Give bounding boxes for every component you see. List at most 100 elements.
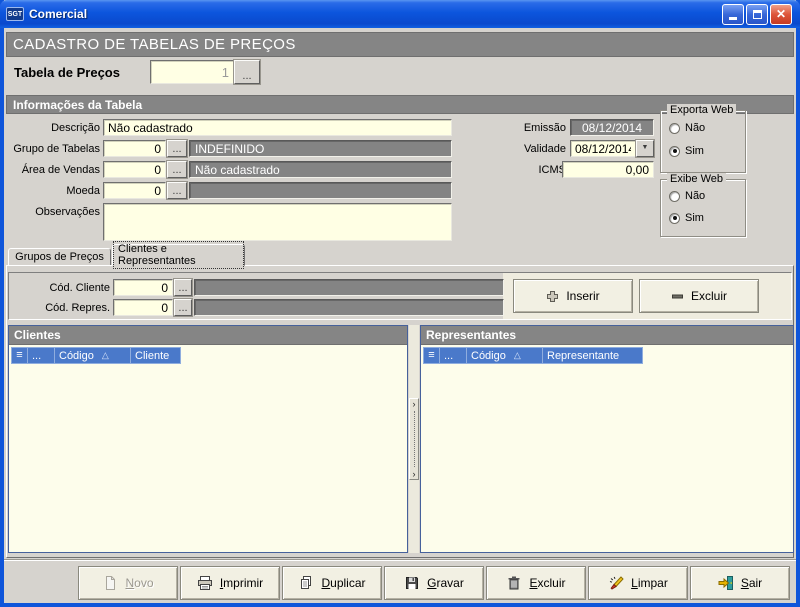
radio-checked-icon <box>669 146 680 157</box>
radio-label: Não <box>685 122 705 134</box>
imprimir-button[interactable]: Imprimir <box>180 566 280 600</box>
grupo-tabelas-code-input[interactable] <box>103 140 166 157</box>
area-vendas-display: Não cadastrado <box>189 161 452 178</box>
footer-separator <box>4 559 796 561</box>
moeda-display <box>189 182 452 199</box>
validade-input[interactable] <box>570 140 636 157</box>
printer-icon <box>197 575 213 591</box>
panel-splitter[interactable]: › › <box>409 325 419 553</box>
sair-label: Sair <box>741 576 762 590</box>
radio-label: Sim <box>685 145 704 157</box>
sair-button[interactable]: Sair <box>690 566 790 600</box>
cod-cliente-input[interactable] <box>113 279 173 296</box>
clientes-col-cliente[interactable]: Cliente <box>131 347 181 364</box>
grid-menu-icon[interactable]: ≡ <box>11 347 28 364</box>
clientes-grid-header: ≡ ... Código △ Cliente <box>9 345 407 364</box>
emissao-label: Emissão <box>490 122 566 134</box>
tab-clientes-e-representantes[interactable]: Clientes e Representantes <box>112 244 245 266</box>
client-area: CADASTRO DE TABELAS DE PREÇOS Tabela de … <box>4 28 796 603</box>
title-bar[interactable]: SGT Comercial ✕ <box>0 0 800 28</box>
moeda-browse-button[interactable]: ... <box>167 182 187 199</box>
tabela-precos-input[interactable] <box>150 60 234 84</box>
tab-label: Clientes e Representantes <box>113 241 244 269</box>
exporta-web-groupbox: Exporta Web Não Sim <box>660 110 746 173</box>
representantes-grid-body[interactable] <box>421 364 793 551</box>
clientes-col-dots[interactable]: ... <box>28 347 55 364</box>
emissao-display: 08/12/2014 <box>570 119 654 136</box>
new-document-icon <box>102 575 118 591</box>
moeda-code-input[interactable] <box>103 182 166 199</box>
grupo-tabelas-browse-button[interactable]: ... <box>167 140 187 157</box>
duplicar-button[interactable]: Duplicar <box>282 566 382 600</box>
gravar-button[interactable]: Gravar <box>384 566 484 600</box>
tab-grupos-de-precos[interactable]: Grupos de Preços <box>8 248 111 266</box>
novo-label: Novo <box>125 576 153 590</box>
maximize-button[interactable] <box>746 4 768 25</box>
sort-asc-icon: △ <box>514 350 521 361</box>
tabela-precos-browse-button[interactable]: ... <box>234 60 260 84</box>
inserir-label: Inserir <box>566 289 599 303</box>
exibe-web-groupbox: Exibe Web Não Sim <box>660 179 746 237</box>
exibe-web-radio-sim[interactable]: Sim <box>669 212 704 224</box>
exporta-web-radio-nao[interactable]: Não <box>669 122 705 134</box>
duplicar-label: Duplicar <box>321 576 365 590</box>
representantes-panel-title: Representantes <box>421 326 793 345</box>
excluir-button[interactable]: Excluir <box>486 566 586 600</box>
maximize-icon <box>753 10 762 19</box>
area-vendas-label: Área de Vendas <box>4 164 100 176</box>
area-vendas-browse-button[interactable]: ... <box>167 161 187 178</box>
cod-cliente-label: Cód. Cliente <box>14 282 110 294</box>
representantes-col-dots[interactable]: ... <box>440 347 467 364</box>
minimize-button[interactable] <box>722 4 744 25</box>
grid-menu-icon[interactable]: ≡ <box>423 347 440 364</box>
imprimir-label: Imprimir <box>220 576 263 590</box>
trash-icon <box>506 575 522 591</box>
radio-checked-icon <box>669 213 680 224</box>
limpar-button[interactable]: Limpar <box>588 566 688 600</box>
cod-cliente-browse-button[interactable]: ... <box>174 279 192 296</box>
area-vendas-code-input[interactable] <box>103 161 166 178</box>
icms-label: ICMS <box>490 164 566 176</box>
observacoes-textarea[interactable] <box>103 203 452 241</box>
validade-dropdown-button[interactable]: ▼ <box>636 140 654 157</box>
exporta-web-title: Exporta Web <box>667 104 736 116</box>
app-window: SGT Comercial ✕ CADASTRO DE TABELAS DE P… <box>0 0 800 607</box>
grid-menu-glyph: ≡ <box>16 350 22 361</box>
grid-menu-glyph: ≡ <box>428 350 434 361</box>
grupo-tabelas-label: Grupo de Tabelas <box>4 143 100 155</box>
excluir-item-label: Excluir <box>691 289 727 303</box>
excluir-item-button[interactable]: Excluir <box>639 279 759 313</box>
window-title: Comercial <box>29 7 722 21</box>
exporta-web-radio-sim[interactable]: Sim <box>669 145 704 157</box>
icms-input[interactable] <box>562 161 654 178</box>
splitter-collapse-button[interactable]: › › <box>409 398 419 480</box>
radio-label: Não <box>685 190 705 202</box>
page-title: CADASTRO DE TABELAS DE PREÇOS <box>6 32 794 57</box>
sort-asc-icon: △ <box>102 350 109 361</box>
representantes-col-codigo[interactable]: Código △ <box>467 347 543 364</box>
clientes-panel: Clientes ≡ ... Código △ Cliente <box>8 325 408 553</box>
clientes-col-codigo[interactable]: Código △ <box>55 347 131 364</box>
exit-door-icon <box>718 575 734 591</box>
inserir-button[interactable]: Inserir <box>513 279 633 313</box>
exibe-web-radio-nao[interactable]: Não <box>669 190 705 202</box>
plus-icon <box>546 290 559 303</box>
grupo-tabelas-display: INDEFINIDO <box>189 140 452 157</box>
cod-repres-input[interactable] <box>113 299 173 316</box>
descricao-input[interactable] <box>103 119 452 136</box>
col-label: Código <box>471 350 506 362</box>
gravar-label: Gravar <box>427 576 464 590</box>
cod-repres-browse-button[interactable]: ... <box>174 299 192 316</box>
clientes-grid-body[interactable] <box>9 364 407 551</box>
eraser-icon <box>608 575 624 591</box>
copy-icon <box>298 575 314 591</box>
novo-button[interactable]: Novo <box>78 566 178 600</box>
cod-repres-label: Cód. Repres. <box>14 302 110 314</box>
radio-label: Sim <box>685 212 704 224</box>
close-button[interactable]: ✕ <box>770 4 792 25</box>
representantes-col-representante[interactable]: Representante <box>543 347 643 364</box>
exibe-web-title: Exibe Web <box>667 173 726 185</box>
minimize-icon <box>729 17 737 20</box>
radio-unchecked-icon <box>669 123 680 134</box>
close-icon: ✕ <box>776 8 786 20</box>
